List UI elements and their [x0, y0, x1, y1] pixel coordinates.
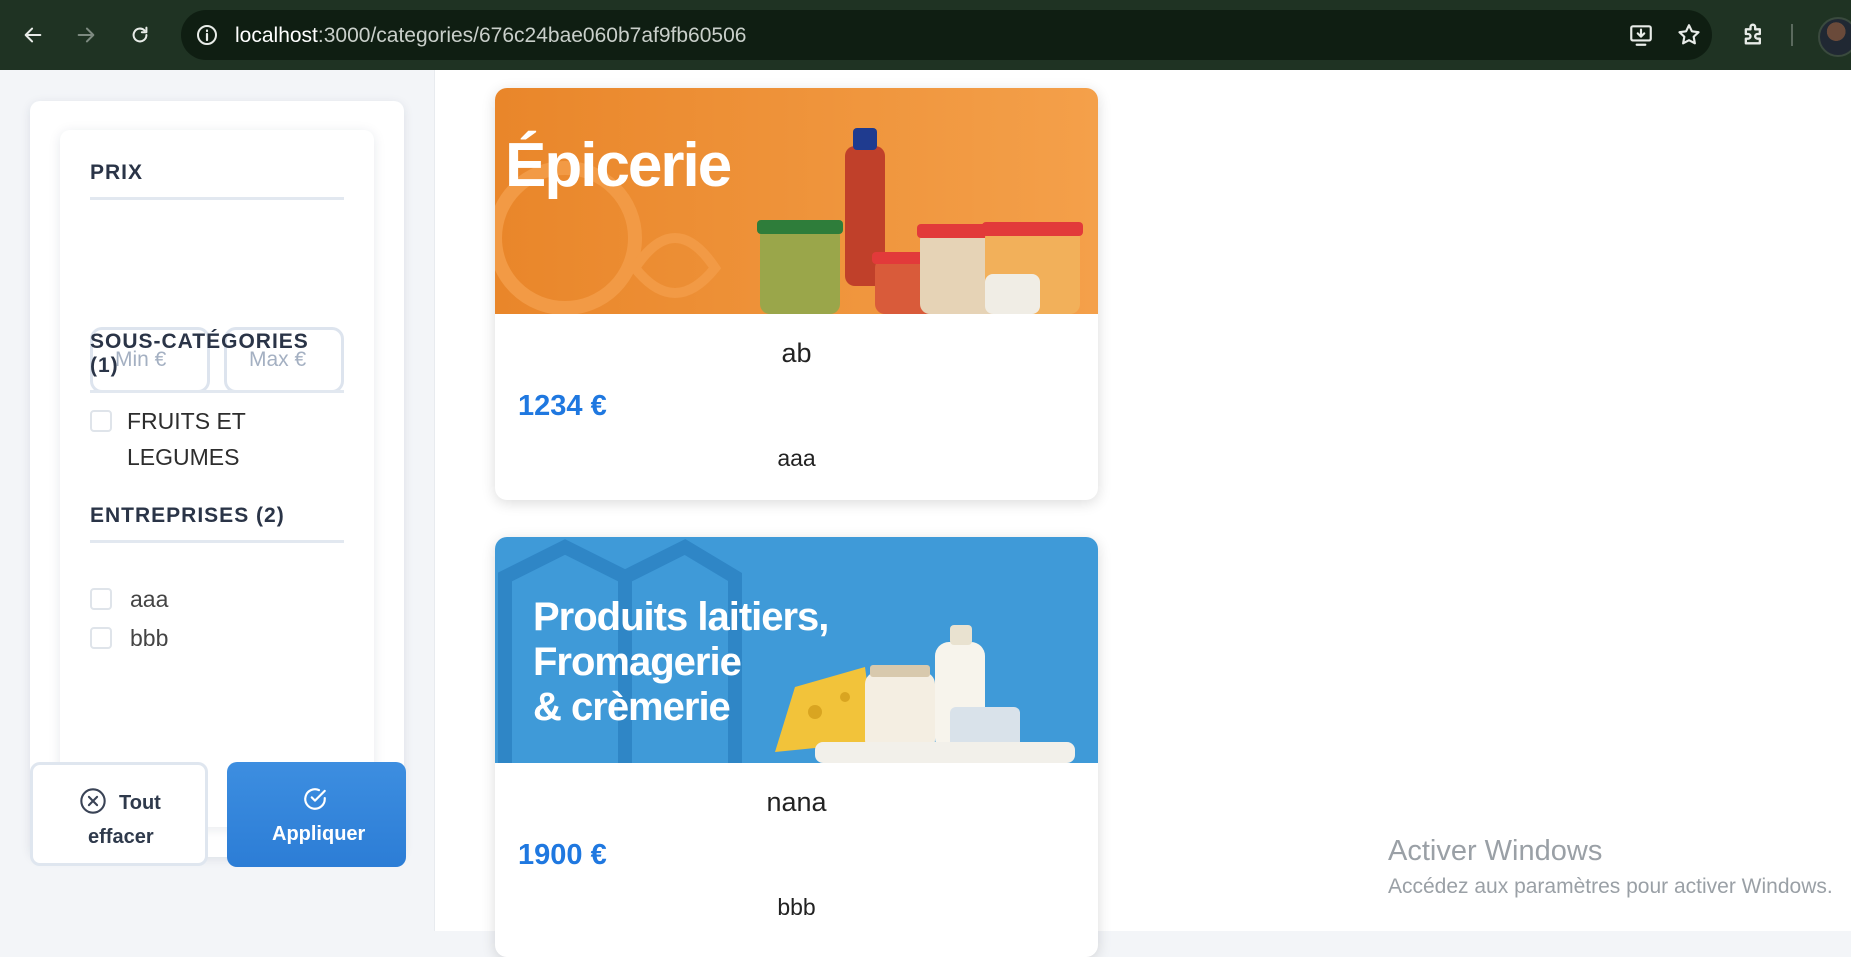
page-content: PRIX SOUS-CATÉGORIES (1) FRUITS ET LEGUM… — [0, 70, 1851, 957]
product-card[interactable]: Produits laitiers, Fromagerie & crèmerie… — [495, 537, 1098, 957]
back-button[interactable] — [15, 17, 51, 53]
product-company: aaa — [777, 445, 816, 471]
url-text: localhost:3000/categories/676c24bae060b7… — [235, 24, 746, 48]
price-section-title: PRIX — [90, 161, 344, 200]
forward-button[interactable] — [68, 17, 104, 53]
company-option[interactable]: bbb — [90, 623, 168, 653]
company-checkbox[interactable] — [90, 627, 112, 649]
banner-title-line2: Fromagerie — [533, 640, 742, 684]
subcategory-checkbox[interactable] — [90, 410, 112, 432]
url-host: localhost — [235, 24, 318, 47]
close-circle-icon — [80, 788, 106, 814]
site-info-icon[interactable] — [195, 23, 219, 47]
arrow-right-icon — [77, 27, 95, 43]
banner-title: Produits laitiers, Fromagerie & crèmerie — [533, 595, 829, 730]
company-label: aaa — [130, 586, 169, 612]
filter-panel: PRIX SOUS-CATÉGORIES (1) FRUITS ET LEGUM… — [30, 101, 404, 857]
banner-title: Épicerie — [505, 131, 732, 200]
profile-avatar[interactable] — [1818, 17, 1851, 57]
reload-button[interactable] — [122, 17, 158, 53]
address-bar[interactable]: localhost:3000/categories/676c24bae060b7… — [181, 10, 1712, 60]
bookmark-star-icon[interactable] — [1676, 22, 1702, 48]
windows-activation-subtitle: Accédez aux paramètres pour activer Wind… — [1388, 875, 1833, 898]
clear-all-label-line1: Tout — [119, 792, 161, 814]
arrow-left-icon — [24, 27, 42, 43]
windows-activation-title: Activer Windows — [1388, 835, 1603, 867]
product-card[interactable]: Épicerie ab 1234 € aaa — [495, 88, 1098, 500]
subcategories-section-title: SOUS-CATÉGORIES (1) — [90, 330, 344, 393]
subcategory-label: FRUITS ET LEGUMES — [127, 403, 246, 475]
subcategory-label-line1: FRUITS ET — [127, 408, 246, 434]
extensions-icon[interactable] — [1740, 20, 1768, 48]
clear-all-button[interactable]: Tout effacer — [30, 762, 208, 866]
product-company: bbb — [777, 894, 816, 920]
url-path: :3000/categories/676c24bae060b7af9fb6050… — [317, 24, 747, 47]
apply-label: Appliquer — [272, 823, 366, 845]
subcategory-option[interactable]: FRUITS ET LEGUMES — [90, 403, 246, 475]
product-name: ab — [781, 338, 812, 368]
browser-toolbar: localhost:3000/categories/676c24bae060b7… — [0, 0, 1851, 70]
toolbar-divider — [1791, 24, 1793, 46]
reload-icon — [132, 26, 148, 43]
product-price: 1900 € — [518, 839, 607, 871]
check-circle-icon — [304, 788, 326, 810]
product-price: 1234 € — [518, 390, 607, 422]
apply-button[interactable]: Appliquer — [227, 762, 406, 867]
filter-card: PRIX SOUS-CATÉGORIES (1) FRUITS ET LEGUM… — [60, 130, 374, 827]
company-checkbox[interactable] — [90, 588, 112, 610]
install-app-icon[interactable] — [1628, 22, 1654, 48]
company-option[interactable]: aaa — [90, 584, 168, 614]
company-label: bbb — [130, 625, 169, 651]
filter-sidebar: PRIX SOUS-CATÉGORIES (1) FRUITS ET LEGUM… — [0, 70, 434, 931]
clear-all-label-line2: effacer — [88, 826, 154, 848]
banner-title-line3: & crèmerie — [533, 685, 731, 729]
companies-section-title: ENTREPRISES (2) — [90, 504, 344, 543]
category-banner-image — [495, 88, 1098, 314]
banner-title-line1: Produits laitiers, — [533, 595, 829, 639]
product-name: nana — [766, 787, 827, 817]
subcategory-label-line2: LEGUMES — [127, 444, 240, 470]
